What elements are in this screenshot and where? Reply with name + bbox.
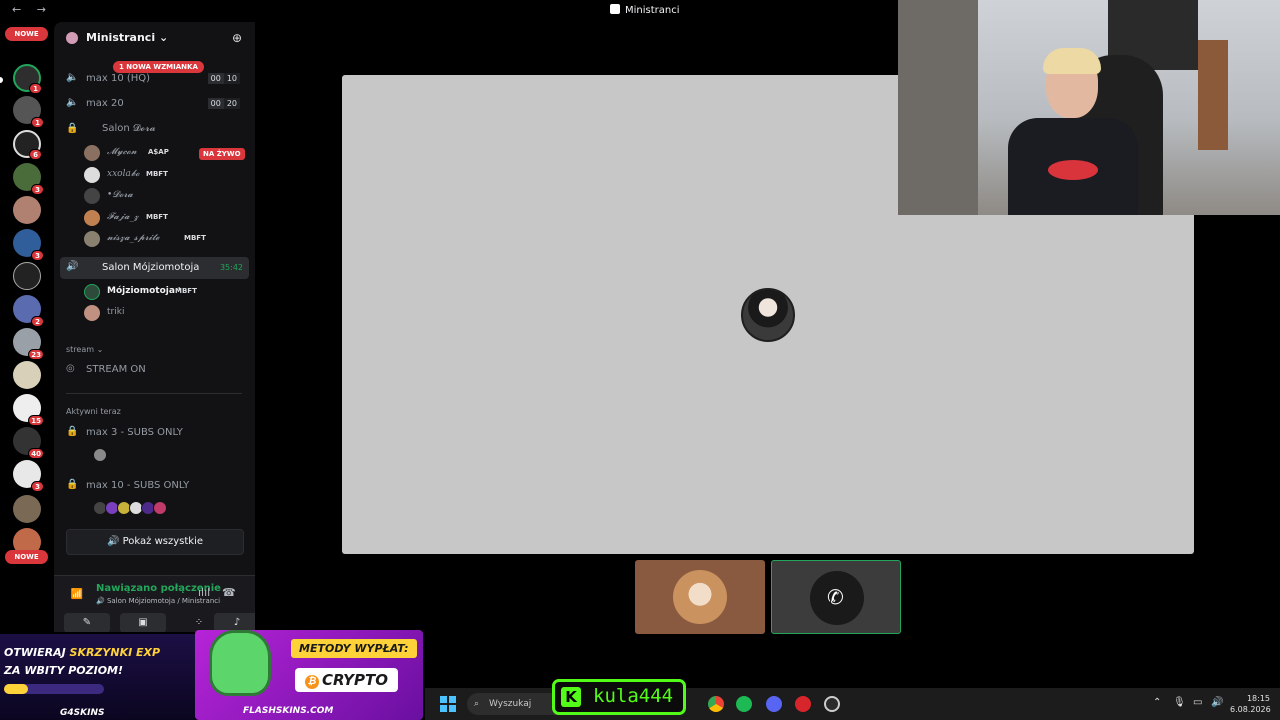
flashskins-banner: METODY WYPŁAT: ₿ CRYPTO FLASHSKINS.COM: [195, 630, 423, 720]
lock-icon: 🔒: [66, 479, 79, 490]
speaker-icon: 🔈: [66, 72, 79, 83]
avatar: [84, 210, 100, 226]
voice-channel-active[interactable]: 🔊 Salon Mójziomotoja 35:42: [60, 257, 249, 279]
server-icon-9[interactable]: 23: [13, 328, 44, 360]
kick-logo-icon: K: [561, 687, 581, 707]
spotify-icon[interactable]: [736, 696, 752, 712]
chevron-up-icon[interactable]: ⌃: [1153, 697, 1161, 708]
server-icon-5[interactable]: [13, 196, 41, 224]
new-mention-pill[interactable]: 1 NOWA WZMIANKA: [113, 61, 204, 73]
kick-username-overlay: K kula444: [552, 679, 686, 715]
avatar: [84, 167, 100, 183]
user-count: 00 10: [207, 73, 240, 84]
add-member-icon[interactable]: ⊕: [232, 31, 242, 45]
speaker-icon: 🔊: [66, 261, 79, 272]
window-title: Ministranci: [610, 4, 680, 16]
user-count: 00 20: [207, 98, 240, 109]
active-now-heading: Aktywni teraz: [66, 407, 121, 416]
discord-icon[interactable]: [766, 696, 782, 712]
voice-connection-panel: 📶 Nawiązano połączenie 🔊 Salon Mójziomot…: [54, 575, 255, 632]
lock-icon: 🔒: [66, 426, 79, 437]
g4skins-logo: G4SKINS: [60, 708, 105, 718]
server-icon-7[interactable]: [13, 262, 41, 290]
guild-icon: [66, 32, 78, 44]
server-icon-14[interactable]: [13, 495, 41, 523]
server-icon-6[interactable]: 3: [13, 229, 44, 261]
speaker-icon: 🔈: [66, 97, 79, 108]
new-servers-pill-bottom[interactable]: NOWE: [5, 550, 48, 564]
display-icon[interactable]: ▭: [1193, 697, 1202, 708]
g4skins-banner: OTWIERAJ SKRZYNKI EXP ZA WBITY POZIOM! G…: [0, 634, 195, 720]
avatar: [153, 501, 167, 515]
server-icon-10[interactable]: [13, 361, 41, 389]
voice-channel-max20[interactable]: 🔈 max 20 00 20: [66, 94, 246, 114]
unread-pip: [0, 77, 3, 83]
new-servers-pill[interactable]: NOWE: [5, 27, 48, 41]
bitcoin-icon: ₿: [305, 675, 319, 689]
participant-avatar: [673, 570, 727, 624]
server-icon-4[interactable]: 3: [13, 163, 44, 195]
search-icon: ⌕: [474, 699, 480, 709]
participant-tile-self[interactable]: ✆: [771, 560, 901, 634]
server-icon: [610, 4, 620, 14]
lock-icon: 🔒: [66, 123, 79, 134]
voice-channel-salon-dora[interactable]: 🔒 Salon 𝓓𝓸𝓻𝓪: [66, 120, 246, 140]
avatar: [84, 284, 100, 300]
level-progress-fill: [4, 684, 28, 694]
server-icon-8[interactable]: 2: [13, 295, 44, 327]
avatar: [84, 145, 100, 161]
server-icon-3[interactable]: 6: [13, 130, 42, 160]
mascot-image: [209, 630, 271, 696]
avatar: [93, 448, 107, 462]
app-icon[interactable]: [795, 696, 811, 712]
broadcast-icon: ◎: [66, 363, 75, 374]
category-stream[interactable]: stream ⌄: [66, 345, 103, 354]
kick-username: kula444: [593, 685, 674, 707]
server-icon-1[interactable]: 1: [13, 64, 42, 94]
chrome-icon[interactable]: [708, 696, 724, 712]
volume-icon[interactable]: 🔊: [1211, 697, 1223, 708]
server-icon-11[interactable]: 15: [13, 394, 44, 426]
phone-icon: ✆: [827, 585, 844, 609]
level-progress-bar: [4, 684, 104, 694]
server-icon-12[interactable]: 40: [13, 427, 44, 459]
system-clock[interactable]: 18:15 6.08.2026: [1230, 693, 1271, 715]
avatar: [84, 188, 100, 204]
channel-sidebar: Ministranci ⌄ ⊕ 🔈 max 10 (HQ) 00 10 1 NOW…: [54, 22, 255, 632]
guild-header[interactable]: Ministranci ⌄ ⊕: [54, 22, 255, 54]
noise-suppression-icon[interactable]: ılıl: [198, 586, 210, 599]
sponsor-banners: OTWIERAJ SKRZYNKI EXP ZA WBITY POZIOM! G…: [0, 628, 425, 720]
speaker-avatar: [741, 288, 795, 342]
microphone-icon[interactable]: 🎙: [1173, 697, 1186, 708]
active-channel-max10[interactable]: 🔒 max 10 - SUBS ONLY: [66, 476, 246, 496]
avatar: [84, 305, 100, 321]
avatar: [84, 231, 100, 247]
guild-name: Ministranci ⌄: [86, 31, 169, 44]
participant-avatar: ✆: [810, 571, 864, 625]
stage-channel-stream-on[interactable]: ◎ STREAM ON: [66, 360, 246, 380]
signal-icon[interactable]: 📶: [66, 584, 88, 606]
nav-arrows[interactable]: ← →: [12, 3, 52, 16]
webcam-overlay: [898, 0, 1280, 215]
disconnect-icon[interactable]: ☎: [222, 586, 236, 599]
server-list: NOWE 1 1 6 3 3 2 23 15 40 3 NOWE: [0, 22, 54, 632]
participant-tile[interactable]: [635, 560, 765, 634]
steam-icon[interactable]: [824, 696, 840, 712]
flashskins-logo: FLASHSKINS.COM: [243, 706, 334, 716]
active-channel-max3[interactable]: 🔒 max 3 - SUBS ONLY: [66, 423, 246, 443]
call-timer: 35:42: [219, 263, 243, 272]
server-icon-13[interactable]: 3: [13, 460, 44, 492]
server-icon-2[interactable]: 1: [13, 96, 44, 128]
show-all-button[interactable]: 🔊 Pokaż wszystkie: [66, 529, 244, 555]
divider: [66, 393, 242, 394]
live-badge: NA ŻYWO: [199, 148, 245, 160]
windows-start-icon[interactable]: [440, 696, 456, 712]
